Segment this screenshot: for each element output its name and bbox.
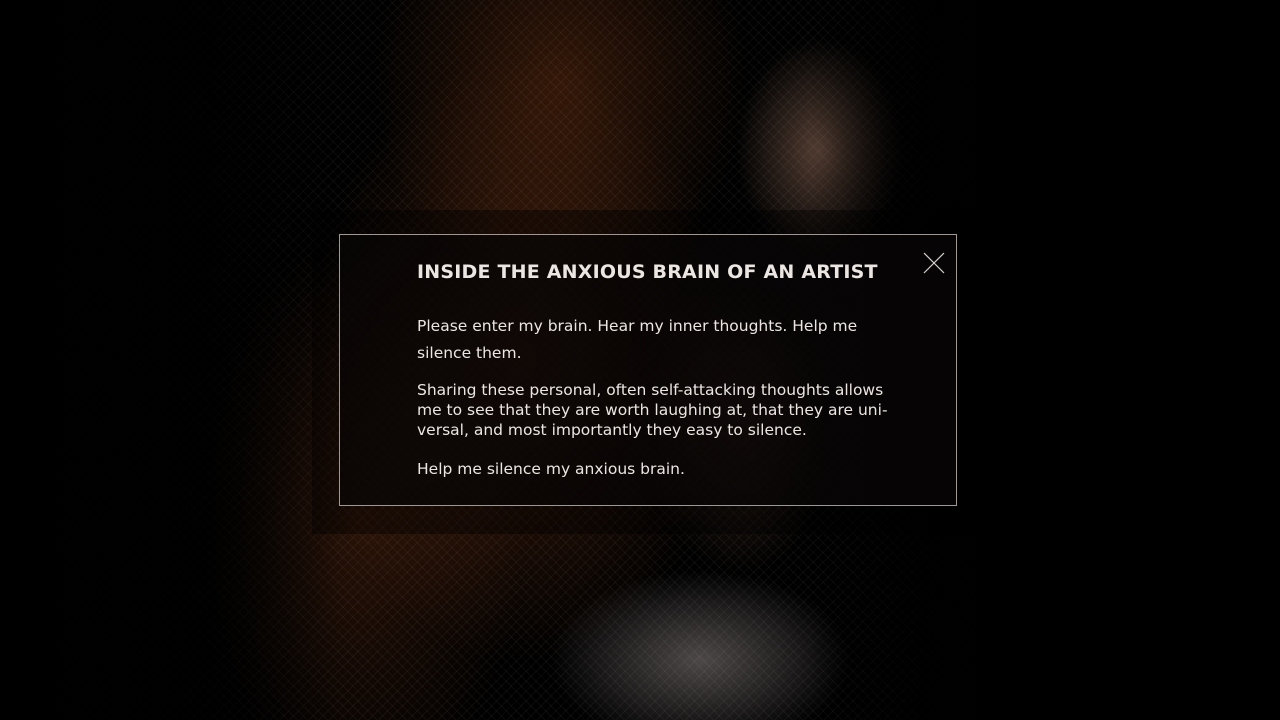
intro-dialog: INSIDE THE ANXIOUS BRAIN OF AN ARTIST Pl…	[339, 234, 957, 506]
app-screen: INSIDE THE ANXIOUS BRAIN OF AN ARTIST Pl…	[0, 0, 1280, 720]
sharing-paragraph: Sharing these personal, often self-attac…	[417, 381, 888, 439]
dialog-title: INSIDE THE ANXIOUS BRAIN OF AN ARTIST	[417, 261, 878, 283]
closing-paragraph: Help me silence my anxious brain.	[417, 460, 685, 478]
intro-paragraph: Please enter my brain. Hear my inner tho…	[417, 317, 858, 362]
close-icon[interactable]	[922, 251, 946, 275]
close-button[interactable]	[922, 251, 946, 275]
dialog-body: Please enter my brain. Hear my inner tho…	[417, 313, 899, 479]
